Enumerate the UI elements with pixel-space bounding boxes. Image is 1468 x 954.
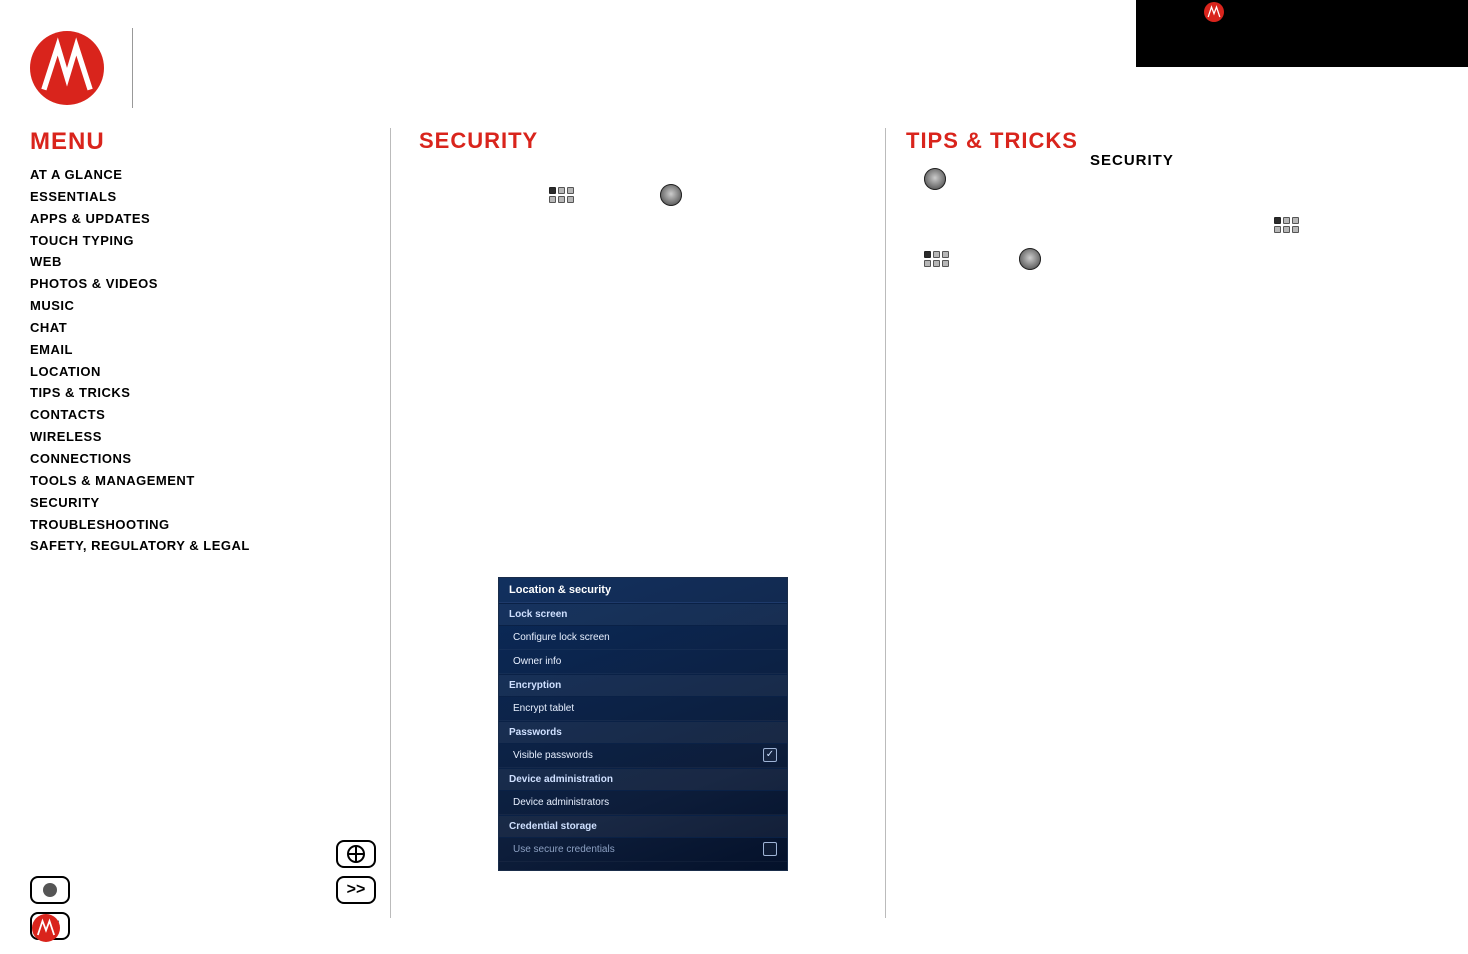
device-section-passwords: Passwords bbox=[499, 721, 787, 744]
device-section-device-administration: Device administration bbox=[499, 768, 787, 791]
device-row-configure-lock-screen[interactable]: Configure lock screen bbox=[499, 626, 787, 650]
forward-button[interactable]: >> bbox=[336, 876, 376, 904]
menu-item-essentials[interactable]: ESSENTIALS bbox=[30, 188, 320, 207]
menu-list: AT A GLANCE ESSENTIALS APPS & UPDATES TO… bbox=[30, 166, 320, 556]
section-title-security: SECURITY bbox=[419, 128, 860, 154]
menu-item-wireless[interactable]: WIRELESS bbox=[30, 428, 320, 447]
menu-item-chat[interactable]: CHAT bbox=[30, 319, 320, 338]
menu-item-apps-updates[interactable]: APPS & UPDATES bbox=[30, 210, 320, 229]
device-row-label: Visible passwords bbox=[513, 750, 593, 761]
settings-icon bbox=[924, 168, 946, 190]
support-button[interactable] bbox=[336, 840, 376, 868]
menu-column: MENU AT A GLANCE ESSENTIALS APPS & UPDAT… bbox=[30, 128, 320, 559]
settings-icon bbox=[1019, 248, 1041, 270]
menu-item-touch-typing[interactable]: TOUCH TYPING bbox=[30, 232, 320, 251]
motorola-logo-icon bbox=[1204, 2, 1224, 22]
apps-icon bbox=[1274, 217, 1299, 233]
divider bbox=[132, 28, 133, 108]
right-column: SECURITY bbox=[1090, 152, 1440, 233]
footer-bar: << >> bbox=[30, 820, 1438, 940]
header-life-strip bbox=[1136, 0, 1468, 67]
tips-column: TIPS & TRICKS bbox=[885, 128, 1135, 918]
device-titlebar: Location & security bbox=[499, 578, 787, 603]
apps-icon bbox=[924, 251, 949, 267]
menu-item-safety-legal[interactable]: SAFETY, REGULATORY & LEGAL bbox=[30, 537, 320, 556]
brand-block bbox=[30, 28, 133, 108]
menu-item-troubleshooting[interactable]: TROUBLESHOOTING bbox=[30, 516, 320, 535]
device-row-label: Device administrators bbox=[513, 797, 609, 808]
menu-item-tips-tricks[interactable]: TIPS & TRICKS bbox=[30, 384, 320, 403]
checkbox-icon[interactable] bbox=[763, 748, 777, 762]
device-section-encryption: Encryption bbox=[499, 674, 787, 697]
device-row-encrypt-tablet[interactable]: Encrypt tablet bbox=[499, 697, 787, 721]
device-row-label: Encrypt tablet bbox=[513, 703, 574, 714]
menu-heading: MENU bbox=[30, 128, 320, 156]
device-row-owner-info[interactable]: Owner info bbox=[499, 650, 787, 674]
menu-item-security[interactable]: SECURITY bbox=[30, 494, 320, 513]
device-row-visible-passwords[interactable]: Visible passwords bbox=[499, 744, 787, 768]
menu-item-music[interactable]: MUSIC bbox=[30, 297, 320, 316]
menu-item-at-a-glance[interactable]: AT A GLANCE bbox=[30, 166, 320, 185]
device-row-label: Owner info bbox=[513, 656, 561, 667]
apps-icon bbox=[549, 187, 574, 203]
globe-icon bbox=[347, 845, 365, 863]
menu-item-web[interactable]: WEB bbox=[30, 253, 320, 272]
home-button[interactable] bbox=[30, 876, 70, 904]
device-section-lock-screen: Lock screen bbox=[499, 603, 787, 626]
menu-item-tools-management[interactable]: TOOLS & MANAGEMENT bbox=[30, 472, 320, 491]
right-heading-security: SECURITY bbox=[1090, 152, 1440, 169]
menu-item-connections[interactable]: CONNECTIONS bbox=[30, 450, 320, 469]
motorola-logo-icon bbox=[30, 31, 104, 105]
menu-item-photos-videos[interactable]: PHOTOS & VIDEOS bbox=[30, 275, 320, 294]
device-row-device-administrators[interactable]: Device administrators bbox=[499, 791, 787, 815]
motorola-logo-icon bbox=[32, 914, 60, 942]
menu-item-contacts[interactable]: CONTACTS bbox=[30, 406, 320, 425]
inline-icon-row bbox=[549, 184, 860, 206]
menu-item-email[interactable]: EMAIL bbox=[30, 341, 320, 360]
settings-icon bbox=[660, 184, 682, 206]
device-row-label: Configure lock screen bbox=[513, 632, 610, 643]
section-title-tips: TIPS & TRICKS bbox=[906, 128, 1135, 154]
menu-item-location[interactable]: LOCATION bbox=[30, 363, 320, 382]
